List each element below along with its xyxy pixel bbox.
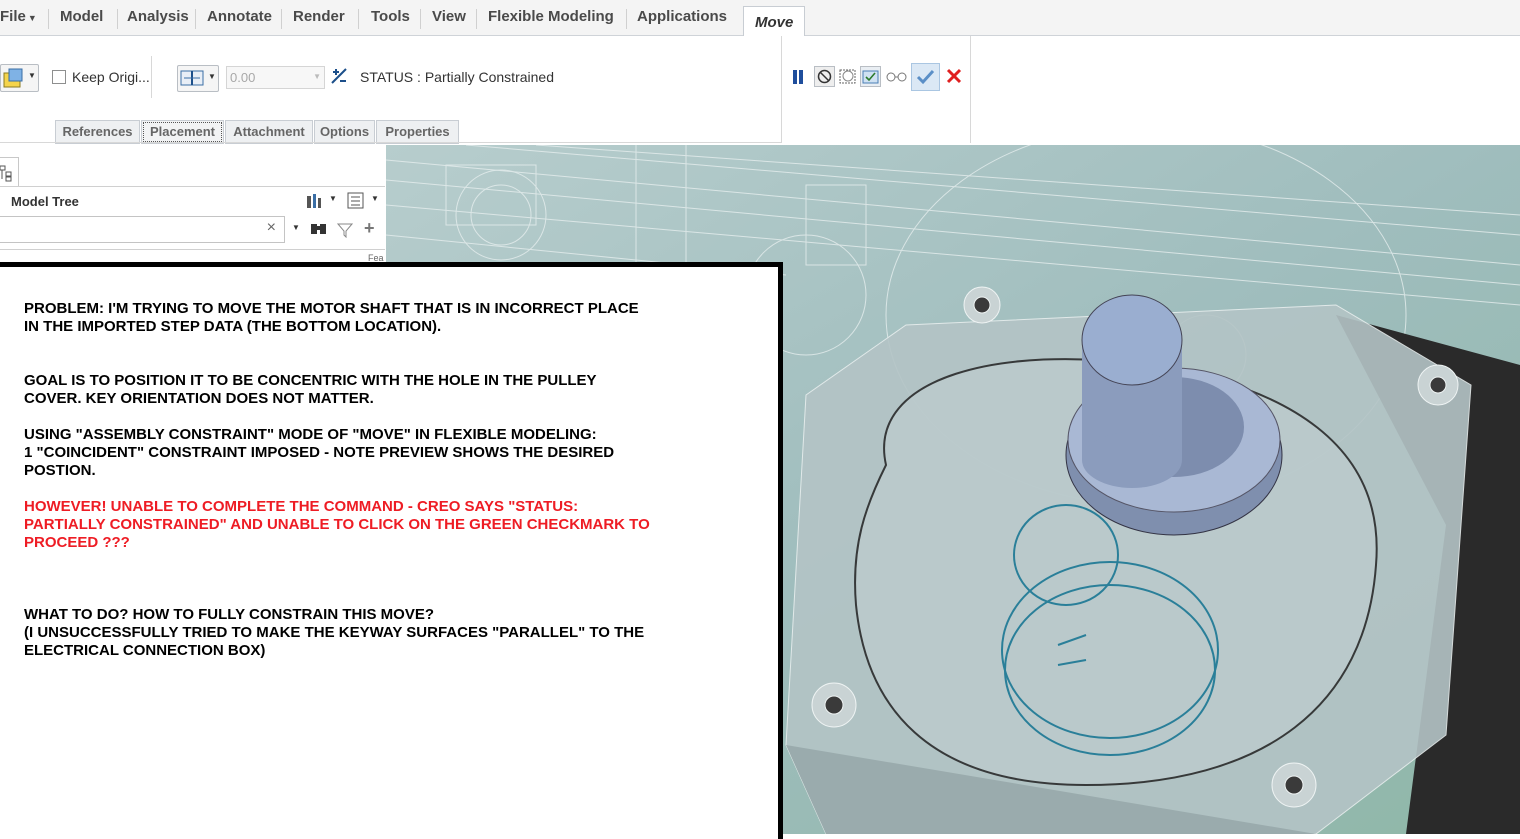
verify-icon	[862, 70, 879, 84]
menu-model[interactable]: Model	[60, 8, 103, 25]
subtab-attachment[interactable]: Attachment	[225, 120, 313, 144]
menu-applications[interactable]: Applications	[637, 8, 727, 25]
constraint-status: STATUS : Partially Constrained	[360, 69, 554, 85]
ribbon-divider	[151, 56, 152, 98]
checkmark-icon	[916, 69, 935, 85]
tree-settings-icon[interactable]	[305, 192, 325, 210]
clear-search-icon[interactable]: ×	[267, 219, 276, 237]
chevron-down-icon: ▼	[27, 13, 37, 23]
move-type-icon	[3, 68, 23, 88]
menu-analysis[interactable]: Analysis	[127, 8, 189, 25]
move-ribbon: ▼ Keep Origi... ▼ 0.00 ▼ STATUS : Partia…	[0, 36, 1520, 144]
menu-render[interactable]: Render	[293, 8, 345, 25]
note-question: WHAT TO DO? HOW TO FULLY CONSTRAIN THIS …	[24, 606, 645, 659]
panel-divider	[0, 249, 385, 250]
menu-file-label: File	[0, 8, 26, 25]
chevron-down-icon: ▼	[28, 71, 36, 80]
find-icon[interactable]	[310, 221, 328, 237]
tree-search-input[interactable]: ×	[0, 216, 285, 243]
note-goal: GOAL IS TO POSITION IT TO BE CONCENTRIC …	[24, 372, 597, 407]
subtab-options[interactable]: Options	[314, 120, 375, 144]
model-tree-title: Model Tree	[11, 194, 79, 209]
chevron-down-icon: ▼	[208, 72, 216, 81]
offset-value-field[interactable]: 0.00 ▼	[226, 66, 325, 89]
menu-annotate[interactable]: Annotate	[207, 8, 272, 25]
menu-divider	[420, 9, 421, 29]
menu-divider	[281, 9, 282, 29]
menu-divider	[626, 9, 627, 29]
menu-divider	[48, 9, 49, 29]
problem-note: PROBLEM: I'M TRYING TO MOVE THE MOTOR SH…	[0, 262, 783, 839]
preview-icon[interactable]	[838, 66, 858, 86]
add-column-icon[interactable]: +	[364, 218, 375, 239]
note-method: USING "ASSEMBLY CONSTRAINT" MODE OF "MOV…	[24, 426, 615, 479]
ribbon-divider	[781, 36, 782, 143]
menu-divider	[195, 9, 196, 29]
subtab-properties[interactable]: Properties	[376, 120, 459, 144]
glasses-icon[interactable]	[885, 68, 909, 84]
no-preview-button[interactable]	[814, 66, 835, 87]
menu-divider	[476, 9, 477, 29]
keep-original-label: Keep Origi...	[72, 69, 150, 85]
panel-divider	[0, 186, 385, 187]
pause-icon[interactable]	[791, 69, 805, 85]
subtab-placement[interactable]: Placement	[141, 120, 224, 144]
menu-divider	[117, 9, 118, 29]
note-issue: HOWEVER! UNABLE TO COMPLETE THE COMMAND …	[24, 498, 650, 551]
menu-bar: File ▼ Model Analysis Annotate Render Too…	[0, 0, 1520, 37]
constraint-type-dropdown[interactable]: ▼	[177, 65, 219, 92]
chevron-down-icon[interactable]: ▼	[371, 194, 379, 203]
model-tree-tab[interactable]	[0, 157, 19, 186]
menu-divider	[358, 9, 359, 29]
menu-file[interactable]: File ▼	[0, 8, 37, 25]
show-list-icon[interactable]	[347, 192, 365, 210]
tab-move-label: Move	[755, 14, 794, 31]
menu-flexible-modeling[interactable]: Flexible Modeling	[488, 8, 614, 25]
confirm-button[interactable]	[911, 63, 940, 91]
ribbon-divider	[970, 36, 971, 143]
chevron-down-icon[interactable]: ▼	[329, 194, 337, 203]
no-preview-icon	[817, 69, 832, 84]
verify-preview-button[interactable]	[860, 66, 881, 87]
menu-view[interactable]: View	[432, 8, 466, 25]
offset-value-text: 0.00	[230, 70, 256, 85]
subtab-references[interactable]: References	[55, 120, 140, 144]
filter-icon[interactable]	[337, 222, 353, 238]
keep-original-checkbox[interactable]	[52, 70, 66, 84]
ribbon-bottom-line	[0, 142, 781, 143]
chevron-down-icon: ▼	[313, 72, 321, 81]
coincident-constraint-icon	[180, 70, 204, 86]
tab-move[interactable]: Move	[743, 6, 805, 37]
tree-icon	[0, 165, 12, 182]
move-type-dropdown[interactable]: ▼	[0, 64, 39, 92]
note-problem: PROBLEM: I'M TRYING TO MOVE THE MOTOR SH…	[24, 300, 639, 335]
cancel-icon[interactable]	[945, 67, 963, 85]
chevron-down-icon[interactable]: ▼	[292, 223, 300, 232]
model-tree-panel: Model Tree ▼ ▼ × ▼ + Fea	[0, 145, 387, 265]
flip-constraint-icon[interactable]	[330, 67, 348, 85]
menu-tools[interactable]: Tools	[371, 8, 410, 25]
